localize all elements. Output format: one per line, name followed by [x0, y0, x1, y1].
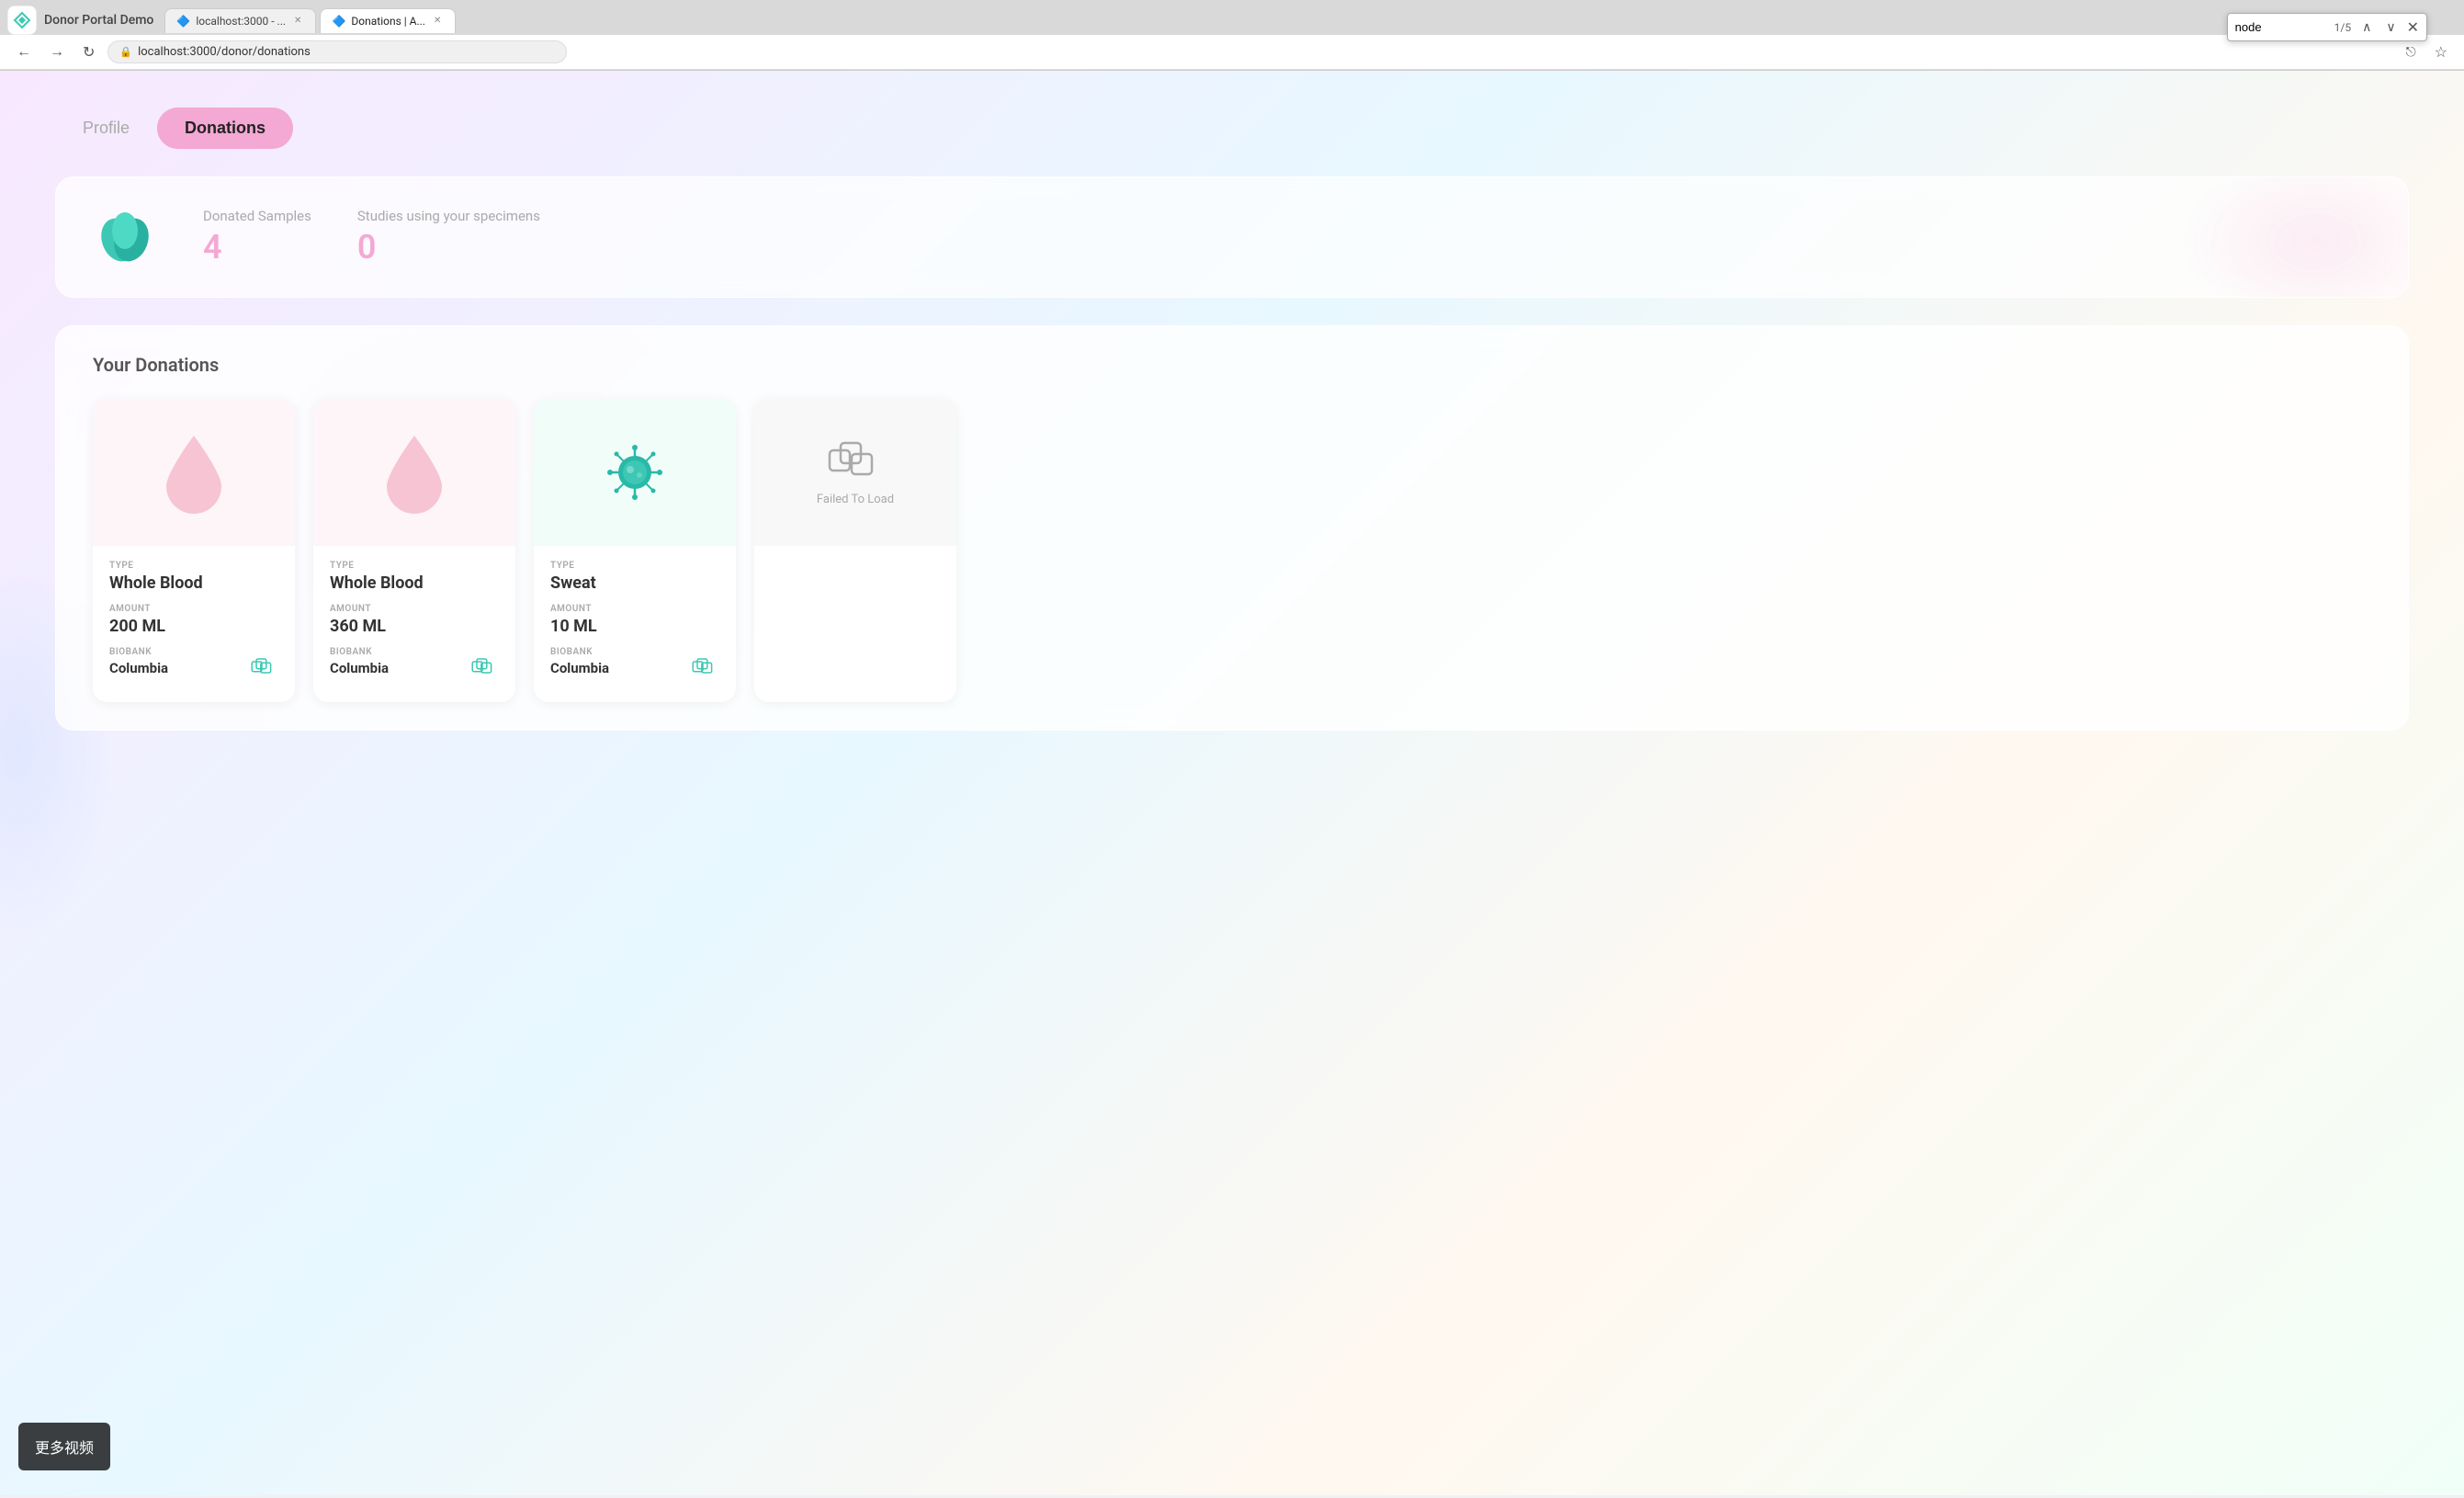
donation-cards-container: TYPE Whole Blood AMOUNT 200 ML BIOBANK C… [93, 399, 2371, 702]
donated-samples-label: Donated Samples [203, 208, 311, 224]
card1-body: TYPE Whole Blood AMOUNT 200 ML BIOBANK C… [93, 546, 295, 702]
browser-tab-2[interactable]: 🔷 Donations | A... ✕ [320, 8, 456, 33]
card3-biobank-container: BIOBANK Columbia [550, 647, 609, 687]
nav-tab-profile[interactable]: Profile [55, 108, 157, 149]
card1-biobank-value: Columbia [109, 660, 168, 676]
card3-body: TYPE Sweat AMOUNT 10 ML BIOBANK Columbia [534, 546, 736, 702]
find-previous-button[interactable]: ∧ [2358, 17, 2375, 37]
donated-samples-stat: Donated Samples 4 [203, 208, 311, 267]
studies-stat: Studies using your specimens 0 [357, 208, 540, 267]
donation-card-4[interactable]: Failed To Load [754, 399, 956, 702]
card1-amount-value: 200 ML [109, 617, 278, 636]
tab1-close[interactable]: ✕ [291, 15, 304, 27]
browser-tab-1[interactable]: 🔷 localhost:3000 - ... ✕ [164, 8, 316, 33]
nav-tab-donations[interactable]: Donations [157, 108, 293, 149]
card1-type-value: Whole Blood [109, 573, 278, 593]
studies-value: 0 [357, 228, 540, 267]
tab1-label: localhost:3000 - ... [196, 15, 286, 28]
donations-section-title: Your Donations [93, 354, 2371, 376]
find-bar-input[interactable] [2235, 20, 2327, 34]
card3-footer: BIOBANK Columbia [550, 647, 719, 687]
secure-icon: 🔒 [119, 46, 132, 58]
donation-card-2[interactable]: TYPE Whole Blood AMOUNT 360 ML BIOBANK C… [313, 399, 515, 702]
card1-amount-label: AMOUNT [109, 604, 278, 614]
browser-chrome: Donor Portal Demo 🔷 localhost:3000 - ...… [0, 0, 2464, 71]
donation-card-3[interactable]: TYPE Sweat AMOUNT 10 ML BIOBANK Columbia [534, 399, 736, 702]
bookmark-button[interactable]: ☆ [2429, 41, 2453, 63]
card2-biobank-value: Columbia [330, 660, 389, 676]
card3-biobank-value: Columbia [550, 660, 609, 676]
find-bar: 1/5 ∧ ∨ ✕ [2227, 13, 2427, 41]
card2-biobank-label: BIOBANK [330, 647, 389, 657]
donation-card-1[interactable]: TYPE Whole Blood AMOUNT 200 ML BIOBANK C… [93, 399, 295, 702]
failed-cube-icon [828, 439, 883, 485]
find-bar-close-button[interactable]: ✕ [2407, 18, 2419, 37]
card1-biobank-container: BIOBANK Columbia [109, 647, 168, 687]
card2-amount-label: AMOUNT [330, 604, 499, 614]
card2-visual [313, 399, 515, 546]
page-nav: Profile Donations [55, 108, 2409, 149]
donations-section: Your Donations TYPE Whole Blood AMOUNT 2… [55, 325, 2409, 731]
address-bar: ← → ↻ 🔒 localhost:3000/donor/donations ⎋… [0, 35, 2464, 70]
card3-type-label: TYPE [550, 561, 719, 571]
card3-amount-value: 10 ML [550, 617, 719, 636]
overlay-video-button[interactable]: 更多视频 [18, 1423, 110, 1470]
card4-visual: Failed To Load [754, 399, 956, 546]
tab1-favicon: 🔷 [176, 15, 190, 28]
card1-type-label: TYPE [109, 561, 278, 571]
share-button[interactable]: ⎋ [2401, 42, 2422, 62]
card1-footer: BIOBANK Columbia [109, 647, 278, 687]
card2-biobank-icon [471, 657, 499, 677]
card2-biobank-container: BIOBANK Columbia [330, 647, 389, 687]
refresh-button[interactable]: ↻ [77, 41, 100, 63]
app-title: Donor Portal Demo [44, 13, 153, 28]
stats-logo-icon [93, 205, 157, 269]
failed-to-load-text: Failed To Load [817, 493, 894, 506]
card2-amount-value: 360 ML [330, 617, 499, 636]
card2-type-label: TYPE [330, 561, 499, 571]
card2-type-value: Whole Blood [330, 573, 499, 593]
donated-samples-value: 4 [203, 228, 311, 267]
app-logo: Donor Portal Demo [7, 6, 153, 35]
stats-card: Donated Samples 4 Studies using your spe… [55, 176, 2409, 298]
card1-biobank-label: BIOBANK [109, 647, 168, 657]
card3-amount-label: AMOUNT [550, 604, 719, 614]
forward-button[interactable]: → [44, 42, 70, 62]
card3-biobank-label: BIOBANK [550, 647, 609, 657]
tab2-close[interactable]: ✕ [431, 15, 444, 27]
card2-body: TYPE Whole Blood AMOUNT 360 ML BIOBANK C… [313, 546, 515, 702]
back-button[interactable]: ← [11, 42, 37, 62]
tab2-label: Donations | A... [351, 15, 425, 28]
tab2-favicon: 🔷 [332, 15, 345, 28]
card1-biobank-icon [251, 657, 278, 677]
find-bar-count: 1/5 [2334, 21, 2351, 34]
tab-bar: Donor Portal Demo 🔷 localhost:3000 - ...… [0, 0, 2464, 35]
find-next-button[interactable]: ∨ [2382, 17, 2399, 37]
main-page: Profile Donations Donated Samples 4 Stud… [0, 71, 2464, 1495]
url-text: localhost:3000/donor/donations [138, 45, 311, 59]
card3-visual [534, 399, 736, 546]
card2-footer: BIOBANK Columbia [330, 647, 499, 687]
card3-biobank-icon [692, 657, 719, 677]
card1-visual [93, 399, 295, 546]
card3-type-value: Sweat [550, 573, 719, 593]
url-bar[interactable]: 🔒 localhost:3000/donor/donations [107, 40, 567, 63]
studies-label: Studies using your specimens [357, 208, 540, 224]
